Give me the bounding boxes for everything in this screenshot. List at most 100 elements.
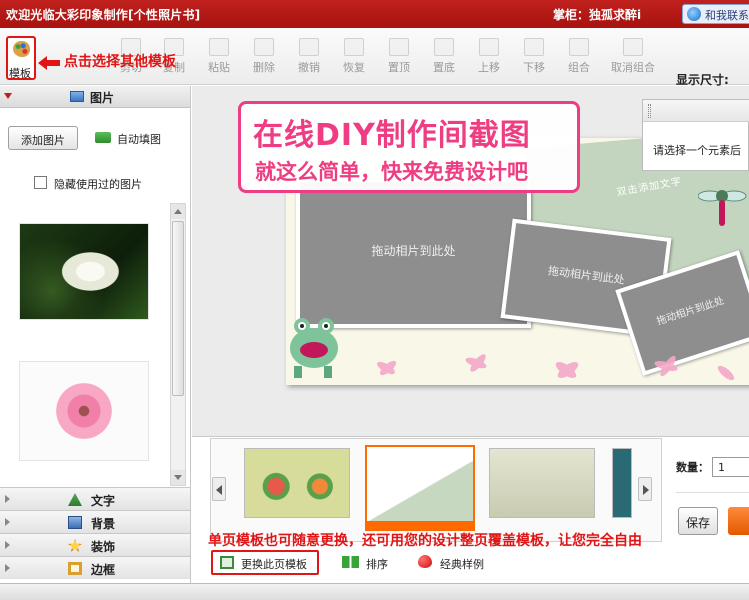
section-frame[interactable]: 边框: [0, 556, 190, 579]
move-up-button[interactable]: 上移: [466, 38, 512, 82]
page-template-thumb-selected[interactable]: [365, 445, 475, 531]
paste-icon: [209, 38, 229, 56]
flower-decoration[interactable]: [366, 338, 749, 385]
background-icon: [68, 516, 82, 529]
order-button[interactable]: [728, 507, 749, 535]
page-template-thumb[interactable]: [489, 448, 595, 518]
image-icon: [70, 91, 84, 102]
divider: [676, 492, 749, 493]
hide-used-checkbox[interactable]: 隐藏使用过的图片: [34, 176, 142, 192]
group-button[interactable]: 组合: [556, 38, 602, 82]
redo-icon: [344, 38, 364, 56]
promo-line-2: 就这么简单，快来免费设计吧: [255, 160, 528, 184]
move-down-label: 下移: [523, 61, 545, 74]
move-up-label: 上移: [478, 61, 500, 74]
drag-grip-icon[interactable]: [648, 104, 651, 118]
strip-prev-button[interactable]: [212, 477, 226, 501]
frog-icon[interactable]: [286, 308, 346, 380]
sort-icon: [342, 556, 359, 568]
image-thumbnail-gerbera[interactable]: [19, 361, 149, 461]
status-bar: [0, 583, 749, 600]
photo-slot-2-label: 拖动相片到此处: [547, 264, 626, 287]
template-button[interactable]: 模板: [6, 36, 36, 80]
images-section-label: 图片: [90, 91, 115, 105]
bring-front-label: 置顶: [388, 61, 410, 74]
page-template-thumb[interactable]: [612, 448, 632, 518]
ungroup-label: 取消组合: [611, 61, 655, 74]
replace-page-template-button[interactable]: 更换此页模板: [211, 550, 319, 575]
scroll-up-icon[interactable]: [171, 204, 185, 219]
section-background[interactable]: 背景: [0, 510, 190, 533]
send-back-label: 置底: [433, 61, 455, 74]
properties-panel-bar[interactable]: [643, 100, 749, 122]
footer-actions: 更换此页模板 排序 经典样例: [192, 548, 749, 578]
collapse-arrow-icon: [4, 93, 12, 99]
section-background-label: 背景: [91, 517, 116, 531]
undo-icon: [299, 38, 319, 56]
contact-label: 和我联系: [705, 9, 749, 22]
template-hint: 点击选择其他模板: [64, 54, 176, 70]
shopkeeper-label: 掌柜：独孤求醉i: [553, 8, 642, 22]
promo-line-1: 在线DIY制作间截图: [253, 118, 531, 153]
bring-to-front-button[interactable]: 置顶: [376, 38, 422, 82]
image-list-scrollbar[interactable]: [170, 203, 186, 486]
title-bar: 欢迎光临大彩印象制作[个性照片书] 掌柜：独孤求醉i 和我联系: [0, 0, 749, 28]
send-to-back-button[interactable]: 置底: [421, 38, 467, 82]
section-text[interactable]: 文字: [0, 487, 190, 510]
quantity-input[interactable]: 1: [712, 457, 749, 477]
ungroup-button[interactable]: 取消组合: [605, 38, 661, 82]
photo-slot-3-label: 拖动相片到此处: [655, 295, 726, 328]
expand-arrow-icon: [5, 518, 10, 526]
ungroup-icon: [623, 38, 643, 56]
move-up-icon: [479, 38, 499, 56]
move-down-icon: [524, 38, 544, 56]
text-icon: [68, 493, 82, 506]
move-down-button[interactable]: 下移: [511, 38, 557, 82]
send-back-icon: [434, 38, 454, 56]
add-image-button[interactable]: 添加图片: [8, 126, 78, 150]
promo-banner: 在线DIY制作间截图 就这么简单，快来免费设计吧: [238, 101, 580, 193]
app-title: 欢迎光临大彩印象制作[个性照片书]: [6, 8, 201, 22]
bring-front-icon: [389, 38, 409, 56]
checkbox-box[interactable]: [34, 176, 47, 189]
scroll-down-icon[interactable]: [171, 470, 185, 485]
template-label: 模板: [9, 67, 31, 80]
undo-button[interactable]: 撤销: [286, 38, 332, 82]
expand-arrow-icon: [5, 564, 10, 572]
photo-slot-1[interactable]: 拖动相片到此处: [296, 178, 531, 328]
autofill-icon: [95, 132, 111, 143]
chat-icon: [687, 7, 701, 21]
section-decoration-label: 装饰: [91, 540, 116, 554]
redo-button[interactable]: 恢复: [331, 38, 377, 82]
frame-icon: [68, 562, 82, 575]
quantity-label: 数量：: [676, 461, 709, 474]
classic-examples-label: 经典样例: [440, 558, 484, 571]
select-element-tip: 请选择一个元素后: [653, 144, 741, 157]
images-section-header[interactable]: 图片: [0, 86, 190, 108]
paste-button[interactable]: 粘贴: [196, 38, 242, 82]
delete-label: 删除: [253, 61, 275, 74]
palette-icon: [13, 41, 30, 57]
contact-button[interactable]: 和我联系: [682, 4, 749, 24]
scrollbar-thumb[interactable]: [172, 221, 184, 396]
star-icon: [68, 539, 82, 552]
strip-next-button[interactable]: [638, 477, 652, 501]
image-thumbnail-lotus[interactable]: [19, 223, 149, 320]
section-decoration[interactable]: 装饰: [0, 533, 190, 556]
classic-examples-button[interactable]: 经典样例: [418, 555, 484, 572]
delete-button[interactable]: 删除: [241, 38, 287, 82]
save-button[interactable]: 保存: [678, 507, 718, 535]
auto-fill-button[interactable]: 自动填图: [95, 131, 161, 147]
dragonfly-icon[interactable]: [698, 178, 748, 228]
section-frame-label: 边框: [91, 563, 116, 577]
sort-button[interactable]: 排序: [342, 556, 388, 572]
expand-arrow-icon: [5, 541, 10, 549]
group-label: 组合: [568, 61, 590, 74]
page-template-thumb[interactable]: [244, 448, 350, 518]
undo-label: 撤销: [298, 61, 320, 74]
hide-used-label: 隐藏使用过的图片: [54, 178, 142, 191]
heart-icon: [418, 555, 432, 568]
replace-page-template-label: 更换此页模板: [241, 558, 307, 571]
template-note: 单页模板也可随意更换，还可用您的设计整页覆盖模板，让您完全自由: [208, 533, 642, 549]
paste-label: 粘贴: [208, 61, 230, 74]
